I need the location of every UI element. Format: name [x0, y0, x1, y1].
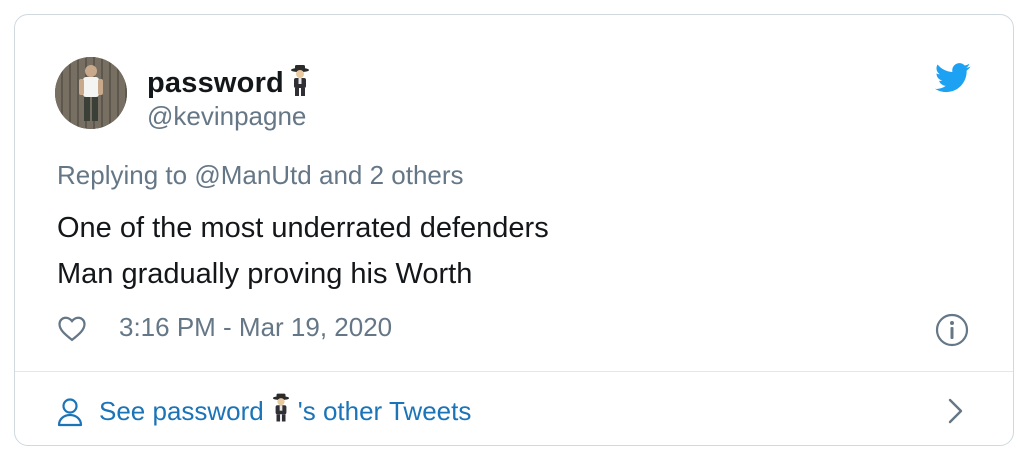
- replying-others[interactable]: and 2 others: [319, 160, 464, 190]
- tweet-text-line: One of the most underrated defenders: [57, 212, 549, 244]
- replying-to: Replying to @ManUtd and 2 others: [57, 160, 464, 191]
- tweet-card: password @kevinpagne Replying to @ManUtd…: [14, 14, 1014, 446]
- detective-emoji: [272, 393, 290, 430]
- author-name-row[interactable]: password: [147, 65, 310, 102]
- see-other-prefix: See password: [99, 396, 264, 426]
- tweet-meta: 3:16 PM - Mar 19, 2020: [57, 312, 392, 343]
- mention-link[interactable]: @ManUtd: [194, 160, 311, 190]
- see-other-suffix: 's other Tweets: [297, 396, 472, 426]
- author-handle[interactable]: @kevinpagne: [147, 101, 306, 132]
- avatar-photo: [55, 57, 127, 129]
- tweet-text-line: Man gradually proving his Worth: [57, 258, 473, 290]
- info-icon[interactable]: [935, 313, 969, 347]
- replying-prefix: Replying to: [57, 160, 188, 190]
- divider: [15, 371, 1013, 372]
- user-icon: [57, 397, 83, 426]
- timestamp[interactable]: 3:16 PM - Mar 19, 2020: [119, 312, 392, 343]
- chevron-right-icon[interactable]: [947, 397, 965, 425]
- avatar[interactable]: [55, 57, 127, 129]
- detective-emoji: [290, 65, 310, 102]
- twitter-bird-icon[interactable]: [935, 63, 971, 93]
- heart-icon[interactable]: [57, 314, 87, 342]
- tweet-text: One of the most underrated defenders Man…: [57, 205, 549, 297]
- display-name[interactable]: password: [147, 67, 284, 100]
- see-other-tweets-link[interactable]: See password 's other Tweets: [57, 393, 471, 430]
